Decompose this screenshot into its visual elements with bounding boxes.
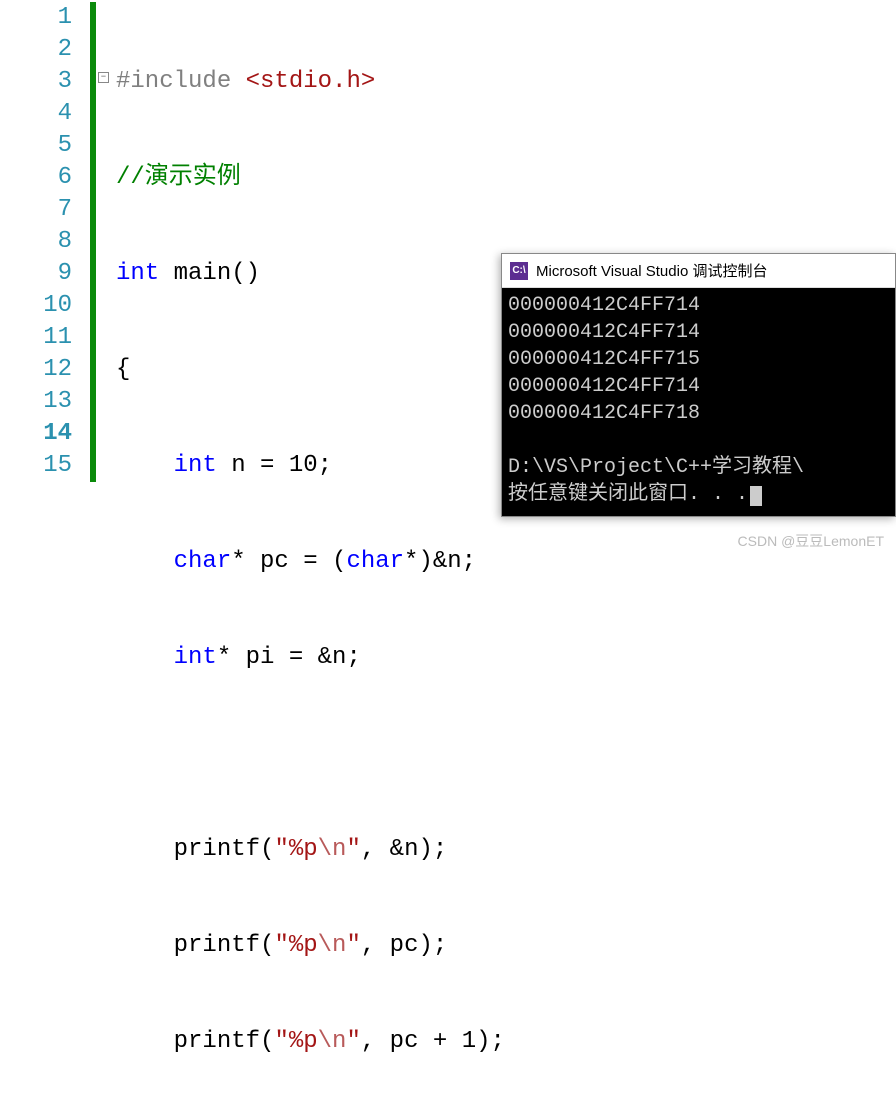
line-number[interactable]: 2 (0, 34, 72, 66)
line-number[interactable]: 7 (0, 194, 72, 226)
line-number[interactable]: 3 (0, 66, 72, 98)
debug-console-window[interactable]: C:\ Microsoft Visual Studio 调试控制台 000000… (501, 253, 896, 517)
code-line: printf("%p\n", pc); (116, 930, 505, 962)
console-line: 000000412C4FF715 (508, 348, 700, 371)
code-line: { (116, 354, 505, 386)
code-area[interactable]: #include <stdio.h> //演示实例 int main() { i… (116, 0, 505, 557)
line-number[interactable]: 12 (0, 354, 72, 386)
fold-column: − (96, 0, 116, 557)
watermark: CSDN @豆豆LemonET (738, 531, 884, 551)
line-number[interactable]: 6 (0, 162, 72, 194)
line-number[interactable]: 9 (0, 258, 72, 290)
code-line: //演示实例 (116, 162, 505, 194)
line-number[interactable]: 5 (0, 130, 72, 162)
console-line: 000000412C4FF714 (508, 294, 700, 317)
code-line: int n = 10; (116, 450, 505, 482)
line-number[interactable]: 4 (0, 98, 72, 130)
code-line: int main() (116, 258, 505, 290)
code-line: printf("%p\n", &n); (116, 834, 505, 866)
console-prompt: 按任意键关闭此窗口. . . (508, 483, 748, 506)
line-number[interactable]: 10 (0, 290, 72, 322)
line-number[interactable]: 8 (0, 226, 72, 258)
console-line: 000000412C4FF718 (508, 402, 700, 425)
line-number[interactable]: 1 (0, 2, 72, 34)
console-line: 000000412C4FF714 (508, 375, 700, 398)
line-gutter: 1 2 3 4 5 6 7 8 9 10 11 12 13 14 15 (0, 0, 90, 557)
fold-toggle-icon[interactable]: − (98, 72, 109, 83)
console-path: D:\VS\Project\C++学习教程\ (508, 456, 804, 479)
console-titlebar[interactable]: C:\ Microsoft Visual Studio 调试控制台 (502, 254, 895, 288)
code-line: printf("%p\n", pc + 1); (116, 1026, 505, 1058)
line-number[interactable]: 14 (0, 418, 72, 450)
code-line: char* pc = (char*)&n; (116, 546, 505, 578)
line-number[interactable]: 13 (0, 386, 72, 418)
line-number[interactable]: 11 (0, 322, 72, 354)
cursor-icon (750, 486, 762, 506)
code-line: int* pi = &n; (116, 642, 505, 674)
code-line (116, 738, 505, 770)
console-output[interactable]: 000000412C4FF714 000000412C4FF714 000000… (502, 288, 895, 516)
vs-console-icon: C:\ (510, 262, 528, 280)
console-title: Microsoft Visual Studio 调试控制台 (536, 260, 767, 281)
console-line: 000000412C4FF714 (508, 321, 700, 344)
code-line: #include <stdio.h> (116, 66, 505, 98)
line-number[interactable]: 15 (0, 450, 72, 482)
